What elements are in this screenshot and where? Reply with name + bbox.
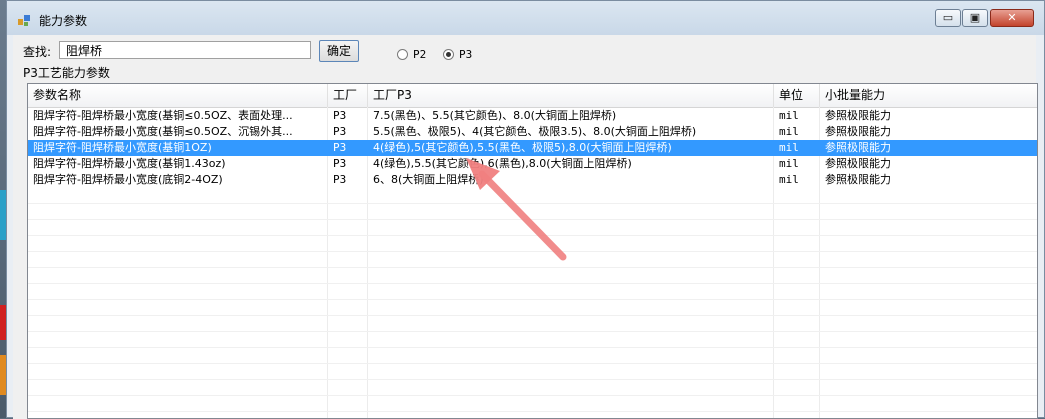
grid-line (28, 411, 1037, 412)
radio-p2[interactable] (397, 49, 408, 60)
table-row[interactable]: 阻焊字符-阻焊桥最小宽度(基铜1OZ) P3 4(绿色),5(其它颜色),5.5(黑… (28, 140, 1037, 156)
app-icon (18, 15, 30, 26)
cell-param-name: 阻焊字符-阻焊桥最小宽度(基铜≤0.5OZ、表面处理... (33, 109, 293, 122)
cell-small-batch: 参照极限能力 (825, 141, 891, 154)
cell-unit: mil (779, 141, 799, 154)
cell-unit: mil (779, 157, 799, 170)
cell-unit: mil (779, 109, 799, 122)
table-row[interactable]: 阻焊字符-阻焊桥最小宽度(底铜2-4OZ) P3 6、8(大铜面上阻焊桥) mil 参照… (28, 172, 1037, 188)
grid-line (28, 283, 1037, 284)
client-area: 查找: 确定 P2 P3 P3工艺能力参数 参数名称 工厂 工厂P3 单位 小批… (13, 35, 1038, 419)
grid-line (28, 363, 1037, 364)
cell-factory: P3 (333, 173, 347, 186)
close-button[interactable]: ✕ (990, 9, 1034, 27)
cell-param-name: 阻焊字符-阻焊桥最小宽度(基铜1.43oz) (33, 157, 226, 170)
grid-line (28, 379, 1037, 380)
column-header-factory[interactable]: 工厂 (328, 84, 368, 107)
cell-factory: P3 (333, 125, 347, 138)
maximize-button[interactable]: ▣ (962, 9, 988, 27)
column-header-unit[interactable]: 单位 (774, 84, 820, 107)
radio-p3-label[interactable]: P3 (459, 48, 472, 61)
grid-line (28, 315, 1037, 316)
title-bar[interactable]: 能力参数 ▭ ▣ ✕ (7, 1, 1044, 35)
table-row[interactable]: 阻焊字符-阻焊桥最小宽度(基铜≤0.5OZ、表面处理... P3 7.5(黑色)、5… (28, 108, 1037, 124)
cell-factory: P3 (333, 157, 347, 170)
search-label: 查找: (23, 45, 52, 59)
grid-line (28, 251, 1037, 252)
grid-line (28, 299, 1037, 300)
cell-factory: P3 (333, 109, 347, 122)
cell-param-name: 阻焊字符-阻焊桥最小宽度(基铜≤0.5OZ、沉锡外其... (33, 125, 293, 138)
parameters-table[interactable]: 参数名称 工厂 工厂P3 单位 小批量能力 阻焊字符-阻焊桥最小宽度(基铜≤0.… (27, 83, 1038, 419)
section-label: P3工艺能力参数 (23, 66, 110, 80)
cell-factory-p3: 6、8(大铜面上阻焊桥) (373, 173, 484, 186)
grid-line (28, 395, 1037, 396)
close-icon: ✕ (1007, 11, 1017, 24)
grid-line (28, 267, 1037, 268)
grid-line (28, 219, 1037, 220)
grid-line (28, 347, 1037, 348)
minimize-button[interactable]: ▭ (935, 9, 961, 27)
column-header-name[interactable]: 参数名称 (28, 84, 328, 107)
cell-param-name: 阻焊字符-阻焊桥最小宽度(底铜2-4OZ) (33, 173, 223, 186)
column-header-small-batch[interactable]: 小批量能力 (820, 84, 1037, 107)
radio-p3[interactable] (443, 49, 454, 60)
cell-small-batch: 参照极限能力 (825, 173, 891, 186)
column-header-factory-p3[interactable]: 工厂P3 (368, 84, 774, 107)
radio-p2-label[interactable]: P2 (413, 48, 426, 61)
grid-line (28, 235, 1037, 236)
parameters-window: 能力参数 ▭ ▣ ✕ 查找: 确定 P2 P3 P3工艺能力参数 参数名称 工厂… (6, 0, 1045, 419)
grid-line (28, 203, 1037, 204)
confirm-button[interactable]: 确定 (319, 40, 359, 62)
cell-factory-p3: 5.5(黑色、极限5)、4(其它颜色、极限3.5)、8.0(大铜面上阻焊桥) (373, 125, 697, 138)
cell-param-name: 阻焊字符-阻焊桥最小宽度(基铜1OZ) (33, 141, 212, 154)
cell-small-batch: 参照极限能力 (825, 157, 891, 170)
cell-factory-p3: 7.5(黑色)、5.5(其它颜色)、8.0(大铜面上阻焊桥) (373, 109, 617, 122)
cell-small-batch: 参照极限能力 (825, 125, 891, 138)
cell-factory-p3: 4(绿色),5(其它颜色),5.5(黑色、极限5),8.0(大铜面上阻焊桥) (373, 141, 672, 154)
cell-small-batch: 参照极限能力 (825, 109, 891, 122)
table-row[interactable]: 阻焊字符-阻焊桥最小宽度(基铜1.43oz) P3 4(绿色),5.5(其它颜色),… (28, 156, 1037, 172)
cell-unit: mil (779, 173, 799, 186)
cell-unit: mil (779, 125, 799, 138)
table-row[interactable]: 阻焊字符-阻焊桥最小宽度(基铜≤0.5OZ、沉锡外其... P3 5.5(黑色、极限… (28, 124, 1037, 140)
window-title: 能力参数 (39, 14, 88, 28)
cell-factory: P3 (333, 141, 347, 154)
table-header: 参数名称 工厂 工厂P3 单位 小批量能力 (28, 84, 1037, 108)
maximize-icon: ▣ (969, 11, 981, 24)
search-input[interactable] (59, 41, 311, 59)
minimize-icon: ▭ (942, 11, 954, 24)
grid-line (28, 331, 1037, 332)
cell-factory-p3: 4(绿色),5.5(其它颜色),6(黑色),8.0(大铜面上阻焊桥) (373, 157, 632, 170)
